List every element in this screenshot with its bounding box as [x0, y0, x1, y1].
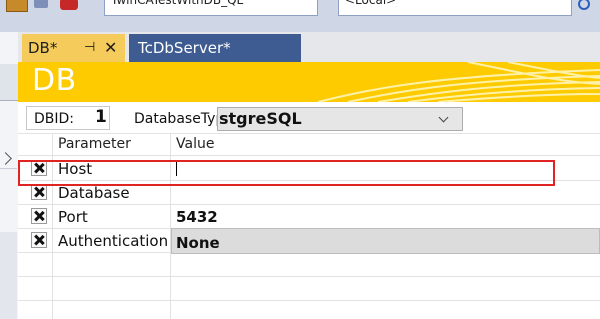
database-type-select[interactable]: stgreSQL	[217, 107, 463, 131]
target-combo[interactable]: <Local>	[338, 0, 572, 16]
grid-divider	[18, 276, 600, 277]
left-panel-block	[0, 232, 17, 319]
banner-title: DB	[32, 63, 77, 98]
param-name-port: Port	[58, 208, 88, 226]
solution-combo[interactable]: TwinCATestWithDB_QL	[104, 0, 318, 16]
grid-divider	[18, 204, 600, 205]
left-panel-header	[0, 64, 18, 101]
debug-icon[interactable]	[60, 0, 78, 10]
tab-db[interactable]: DB* ⊣ ✕	[22, 34, 125, 62]
pin-icon[interactable]: ⊣	[84, 34, 95, 62]
remove-row-icon[interactable]	[31, 184, 47, 200]
banner-decoration	[317, 62, 600, 102]
dbid-label: DBID:	[34, 111, 75, 127]
database-type-value: stgreSQL	[219, 109, 302, 128]
chevron-down-icon[interactable]	[438, 112, 449, 123]
grid-divider	[18, 155, 600, 156]
close-icon[interactable]: ✕	[104, 34, 117, 62]
divider	[0, 168, 17, 169]
dbid-value: 1	[95, 107, 107, 127]
main-toolbar: TwinCATestWithDB_QL <Local>	[0, 0, 600, 32]
tab-tcdbserver[interactable]: TcDbServer*	[129, 34, 301, 62]
save-all-icon[interactable]	[34, 0, 48, 8]
column-header-value: Value	[176, 136, 215, 152]
column-header-parameter: Parameter	[58, 136, 131, 152]
refresh-icon[interactable]	[572, 0, 594, 14]
remove-row-icon[interactable]	[31, 232, 47, 248]
remove-row-icon[interactable]	[31, 208, 47, 224]
param-value-authentication[interactable]: None	[176, 234, 220, 252]
grid-divider	[18, 300, 600, 301]
db-banner: DB	[18, 62, 600, 102]
param-name-authentication: Authentication	[58, 232, 169, 250]
tab-db-label: DB*	[28, 39, 58, 57]
highlight-box	[18, 160, 555, 186]
left-side-panel	[0, 32, 19, 319]
document-tab-strip: DB* ⊣ ✕ TcDbServer*	[18, 32, 600, 62]
param-value-port[interactable]: 5432	[176, 208, 218, 226]
param-name-database: Database	[58, 184, 130, 202]
tab-tcdbserver-label: TcDbServer*	[138, 39, 231, 57]
chevron-right-icon[interactable]	[0, 152, 12, 165]
authentication-select[interactable]	[171, 228, 600, 254]
folder-icon[interactable]	[6, 0, 28, 12]
db-editor: DB DBID: 1 DatabaseType stgreSQL Paramet…	[18, 62, 600, 319]
db-id-row: DBID: 1 DatabaseType stgreSQL	[18, 102, 600, 134]
